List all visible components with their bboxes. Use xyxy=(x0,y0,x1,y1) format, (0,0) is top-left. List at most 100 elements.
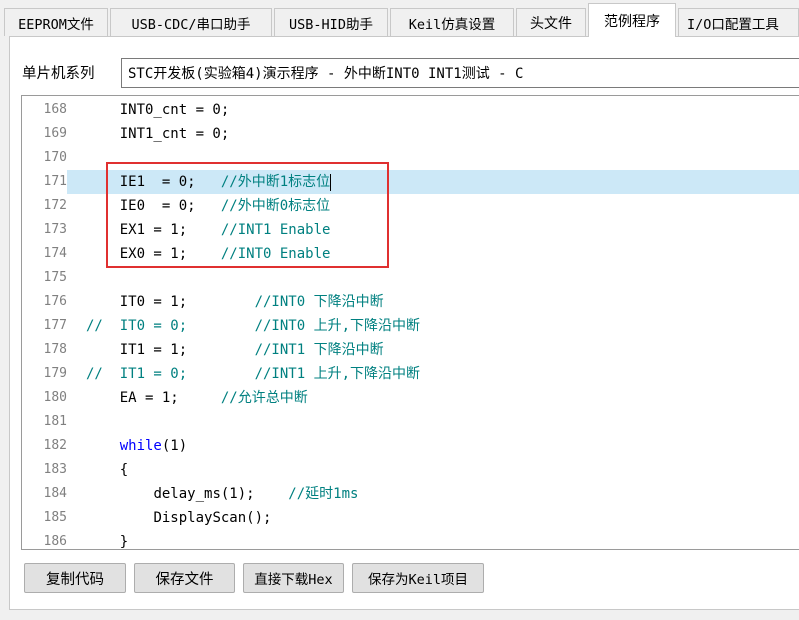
code-comment: //允许总中断 xyxy=(220,390,308,406)
code-comment: //INT0 Enable xyxy=(220,246,331,262)
code-editor[interactable]: 168 INT0_cnt = 0; 169 INT1_cnt = 0; 170 171… xyxy=(21,95,799,550)
code-line: 182 while(1) xyxy=(22,434,799,458)
tab-header-file[interactable]: 头文件 xyxy=(516,8,586,36)
code-text: INT0_cnt = 0; xyxy=(86,98,230,122)
code-statement: EX0 = 1; xyxy=(119,246,221,262)
code-line: 168 INT0_cnt = 0; xyxy=(22,98,799,122)
code-statement: } xyxy=(119,534,129,550)
tab-io-config[interactable]: I/O口配置工具 xyxy=(678,8,799,36)
line-number: 185 xyxy=(43,510,67,525)
line-number: 174 xyxy=(43,246,67,261)
code-keyword: while xyxy=(119,438,162,454)
line-number: 181 xyxy=(43,414,67,429)
code-text: DisplayScan(); xyxy=(86,506,271,530)
code-statement: IT1 = 0; xyxy=(119,366,255,382)
code-comment: //INT0 下降沿中断 xyxy=(254,294,384,310)
code-line: 185 DisplayScan(); xyxy=(22,506,799,530)
tab-usb-cdc[interactable]: USB-CDC/串口助手 xyxy=(110,8,272,36)
code-comment: //延时1ms xyxy=(288,486,359,502)
line-number: 172 xyxy=(43,198,67,213)
code-statement: IT1 = 1; xyxy=(119,342,255,358)
code-line: 180 EA = 1; //允许总中断 xyxy=(22,386,799,410)
code-statement: IE1 = 0; xyxy=(119,174,221,190)
code-line: 178 IT1 = 1; //INT1 下降沿中断 xyxy=(22,338,799,362)
code-text: EX0 = 1; //INT0 Enable xyxy=(86,242,331,266)
code-comment: //INT0 上升,下降沿中断 xyxy=(254,318,421,334)
line-number: 171 xyxy=(22,170,67,194)
code-comment: //外中断1标志位 xyxy=(220,174,331,190)
line-number: 179 xyxy=(43,366,67,381)
code-statement: IE0 = 0; xyxy=(119,198,221,214)
code-statement: delay_ms(1); xyxy=(153,486,289,502)
code-line: 177 // IT0 = 0; //INT0 上升,下降沿中断 xyxy=(22,314,799,338)
code-line: 171 IE1 = 0; //外中断1标志位 xyxy=(22,170,799,194)
code-statement: IT0 = 1; xyxy=(119,294,255,310)
line-number: 184 xyxy=(43,486,67,501)
code-text: // IT0 = 0; //INT0 上升,下降沿中断 xyxy=(86,314,420,338)
code-comment: //INT1 下降沿中断 xyxy=(254,342,384,358)
line-number: 176 xyxy=(43,294,67,309)
code-line: 170 xyxy=(22,146,799,170)
line-comment-prefix: // xyxy=(86,318,120,334)
code-text: } xyxy=(86,530,129,550)
line-number: 182 xyxy=(43,438,67,453)
code-text: INT1_cnt = 0; xyxy=(86,122,230,146)
text-cursor xyxy=(330,173,332,191)
code-line: 181 xyxy=(22,410,799,434)
code-comment: //INT1 上升,下降沿中断 xyxy=(254,366,421,382)
tab-examples[interactable]: 范例程序 xyxy=(588,3,676,37)
code-statement: IT0 = 0; xyxy=(119,318,255,334)
code-text: IT1 = 1; //INT1 下降沿中断 xyxy=(86,338,384,362)
code-line: 186 } xyxy=(22,530,799,550)
code-statement: { xyxy=(119,462,129,478)
code-text: IE0 = 0; //外中断0标志位 xyxy=(86,194,330,218)
line-number: 183 xyxy=(43,462,67,477)
line-number: 173 xyxy=(43,222,67,237)
code-statement: INT0_cnt = 0; xyxy=(119,102,230,118)
code-comment: //INT1 Enable xyxy=(220,222,331,238)
series-dropdown[interactable]: STC开发板(实验箱4)演示程序 - 外中断INT0 INT1测试 - C xyxy=(121,58,799,88)
line-comment-prefix: // xyxy=(86,366,120,382)
code-text: IE1 = 0; //外中断1标志位 xyxy=(86,170,332,194)
line-number: 170 xyxy=(43,150,67,165)
line-number: 178 xyxy=(43,342,67,357)
code-text: { xyxy=(86,458,128,482)
tab-eeprom[interactable]: EEPROM文件 xyxy=(4,8,108,36)
code-line: 169 INT1_cnt = 0; xyxy=(22,122,799,146)
code-line: 179 // IT1 = 0; //INT1 上升,下降沿中断 xyxy=(22,362,799,386)
code-statement: INT1_cnt = 0; xyxy=(119,126,230,142)
code-line: 172 IE0 = 0; //外中断0标志位 xyxy=(22,194,799,218)
code-text: EA = 1; //允许总中断 xyxy=(86,386,308,410)
code-text: IT0 = 1; //INT0 下降沿中断 xyxy=(86,290,384,314)
copy-code-button[interactable]: 复制代码 xyxy=(24,563,126,593)
download-hex-button[interactable]: 直接下载Hex xyxy=(243,563,344,593)
tab-keil-sim[interactable]: Keil仿真设置 xyxy=(390,8,514,36)
tab-usb-hid[interactable]: USB-HID助手 xyxy=(274,8,388,36)
code-text: while(1) xyxy=(86,434,187,458)
code-line: 184 delay_ms(1); //延时1ms xyxy=(22,482,799,506)
code-line: 173 EX1 = 1; //INT1 Enable xyxy=(22,218,799,242)
save-keil-project-button[interactable]: 保存为Keil项目 xyxy=(352,563,484,593)
code-line: 175 xyxy=(22,266,799,290)
code-line: 174 EX0 = 1; //INT0 Enable xyxy=(22,242,799,266)
save-file-button[interactable]: 保存文件 xyxy=(134,563,235,593)
line-number: 177 xyxy=(43,318,67,333)
code-text: delay_ms(1); //延时1ms xyxy=(86,482,358,506)
code-statement: EA = 1; xyxy=(119,390,221,406)
code-statement: (1) xyxy=(161,438,188,454)
code-statement: DisplayScan(); xyxy=(153,510,272,526)
line-number: 169 xyxy=(43,126,67,141)
line-number: 168 xyxy=(43,102,67,117)
